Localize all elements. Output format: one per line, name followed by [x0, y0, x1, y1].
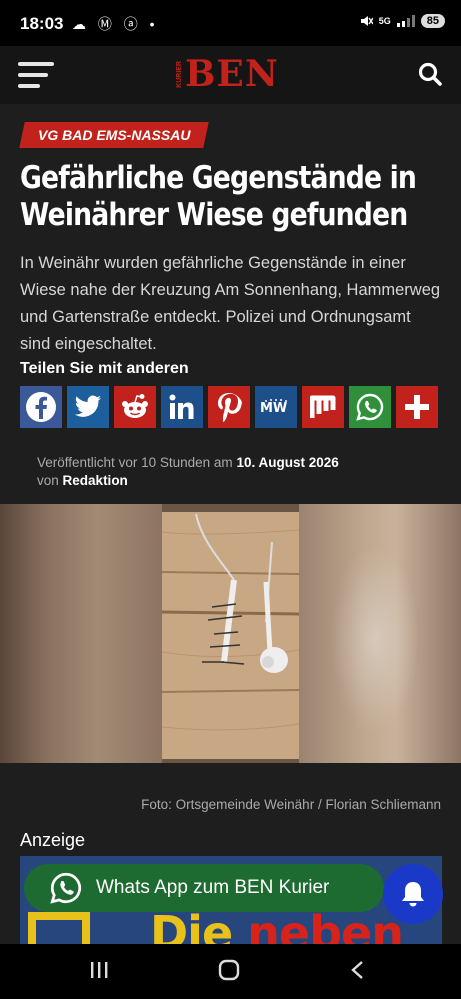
author-name[interactable]: Redaktion	[63, 473, 128, 488]
network-type: 5G	[378, 16, 391, 26]
signal-icon	[396, 15, 415, 27]
facebook-icon	[26, 392, 56, 422]
photo-blur-left	[0, 504, 162, 763]
pinterest-icon	[218, 393, 242, 422]
article-lead: In Weinähr wurden gefährliche Gegenständ…	[20, 254, 441, 353]
photo-main-image	[162, 512, 299, 759]
published-label: Veröffentlicht	[37, 455, 115, 470]
status-time: 18:03	[20, 14, 64, 33]
share-pinterest-button[interactable]	[208, 386, 250, 428]
bell-icon	[402, 882, 424, 907]
published-am: am	[213, 455, 233, 470]
reddit-icon	[122, 394, 148, 418]
search-icon[interactable]	[417, 61, 443, 87]
top-bar: KURIER BEN	[0, 46, 461, 104]
whatsapp-icon	[356, 393, 384, 421]
whatsapp-cta-label: Whats App zum BEN Kurier	[96, 877, 330, 898]
recent-apps-icon[interactable]	[88, 958, 110, 982]
svg-text:MW: MW	[260, 401, 287, 416]
logo-small-text: KURIER	[176, 60, 183, 88]
menu-icon[interactable]	[18, 62, 54, 88]
status-notification-icons: ☁ Ⓜ ⓐ •	[72, 16, 159, 32]
linkedin-icon	[169, 394, 194, 419]
status-bar: 18:03 ☁ Ⓜ ⓐ • 5G 85	[0, 0, 461, 46]
home-icon[interactable]	[217, 958, 241, 982]
share-twitter-button[interactable]	[67, 386, 109, 428]
share-buttons: MW	[20, 386, 438, 428]
article-photo	[0, 504, 461, 763]
share-mix-button[interactable]	[302, 386, 344, 428]
logo-text: BEN	[185, 53, 279, 95]
article-headline: Gefährliche Gegenstände in Weinährer Wie…	[20, 160, 417, 233]
share-linkedin-button[interactable]	[161, 386, 203, 428]
mewe-icon: MW	[260, 399, 287, 416]
published-date: 10. August 2026	[236, 455, 339, 470]
ad-shape	[28, 912, 90, 944]
site-logo[interactable]: KURIER BEN	[176, 53, 279, 95]
photo-caption: Foto: Ortsgemeinde Weinähr / Florian Sch…	[141, 797, 441, 812]
notification-bell-button[interactable]	[383, 864, 443, 924]
share-facebook-button[interactable]	[20, 386, 62, 428]
share-whatsapp-button[interactable]	[349, 386, 391, 428]
status-right: 5G 85	[359, 14, 445, 28]
plus-icon	[405, 395, 429, 419]
mix-icon	[310, 395, 336, 418]
share-reddit-button[interactable]	[114, 386, 156, 428]
ad-label: Anzeige	[20, 830, 86, 850]
twitter-icon	[74, 395, 101, 417]
battery-level: 85	[420, 14, 445, 28]
back-icon[interactable]	[347, 958, 369, 982]
mute-icon	[360, 16, 373, 26]
share-more-button[interactable]	[396, 386, 438, 428]
system-nav-bar	[0, 944, 461, 999]
whatsapp-icon	[50, 872, 82, 904]
published-ago: vor 10 Stunden	[118, 455, 211, 470]
category-label: VG BAD EMS-NASSAU	[38, 127, 191, 143]
author-prefix: von	[37, 473, 59, 488]
share-mewe-button[interactable]: MW	[255, 386, 297, 428]
whatsapp-cta-button[interactable]: Whats App zum BEN Kurier	[24, 864, 384, 912]
category-badge[interactable]: VG BAD EMS-NASSAU	[19, 122, 210, 148]
article-meta: Veröffentlicht vor 10 Stunden am 10. Aug…	[37, 454, 339, 490]
share-title: Teilen Sie mit anderen	[20, 360, 189, 377]
photo-blur-object	[330, 544, 420, 734]
